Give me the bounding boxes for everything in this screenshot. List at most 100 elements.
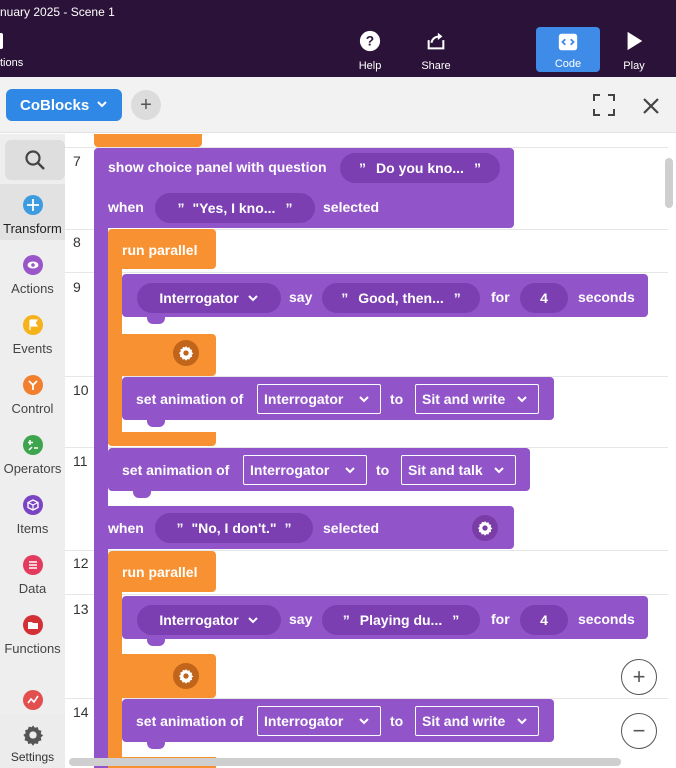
- target-label: Interrogator: [264, 391, 344, 407]
- duration-input[interactable]: 4: [520, 283, 568, 313]
- category-actions[interactable]: Actions: [0, 244, 65, 300]
- category-label: Events: [12, 341, 53, 356]
- options-icon[interactable]: [0, 33, 3, 49]
- line-number: 7: [73, 153, 81, 169]
- when-label: when: [108, 520, 144, 536]
- animation-label: Sit and write: [422, 391, 506, 407]
- animation-target-select[interactable]: Interrogator: [257, 384, 381, 414]
- say-label: say: [289, 289, 313, 305]
- zoom-out-button[interactable]: −: [621, 713, 657, 749]
- branch-icon: [22, 375, 43, 395]
- animation-select[interactable]: Sit and write: [415, 706, 539, 736]
- character-select[interactable]: Interrogator: [137, 605, 281, 635]
- cube-icon: [22, 495, 43, 515]
- question-text: Do you kno...: [376, 160, 464, 176]
- to-label: to: [376, 462, 390, 478]
- code-label: Code: [554, 58, 582, 70]
- line-number: 11: [73, 453, 88, 469]
- run-parallel-gear-row: [108, 654, 216, 698]
- settings-button[interactable]: Settings: [0, 714, 65, 768]
- for-label: for: [491, 289, 510, 305]
- block-notch: [147, 638, 165, 646]
- question-input[interactable]: ” Do you kno...”: [340, 153, 500, 183]
- animation-target-select[interactable]: Interrogator: [257, 706, 381, 736]
- category-operators[interactable]: Operators: [0, 424, 65, 480]
- window-title: nuary 2025 - Scene 1: [0, 5, 115, 19]
- option-no-input[interactable]: ” "No, I don't."”: [155, 513, 313, 543]
- gear-icon[interactable]: [173, 663, 199, 689]
- zoom-in-button[interactable]: +: [621, 659, 657, 695]
- category-more[interactable]: [0, 664, 65, 720]
- chevron-down-icon: [97, 101, 107, 108]
- code-workspace[interactable]: 7 8 9 10 11 12 13 14 show choice panel w…: [65, 134, 676, 768]
- play-button[interactable]: Play: [614, 30, 654, 72]
- character-label: Interrogator: [159, 290, 239, 306]
- operators-icon: [22, 435, 43, 455]
- run-parallel-block-tail[interactable]: [94, 134, 202, 147]
- category-label: Operators: [3, 461, 62, 476]
- block-notch: [133, 490, 151, 498]
- for-label: for: [491, 611, 510, 627]
- close-icon[interactable]: [640, 95, 662, 117]
- options-label[interactable]: tions: [0, 57, 23, 69]
- category-sidebar: Transform Actions Events Control Operato…: [0, 134, 65, 768]
- chevron-down-icon: [359, 718, 369, 725]
- code-button[interactable]: Code: [536, 27, 600, 72]
- character-select[interactable]: Interrogator: [137, 283, 281, 313]
- plus-icon: +: [632, 664, 646, 689]
- category-events[interactable]: Events: [0, 304, 65, 360]
- run-parallel-gear-row: [108, 334, 216, 376]
- gear-icon[interactable]: [173, 340, 199, 366]
- chevron-down-icon: [345, 467, 355, 474]
- run-parallel-foot: [108, 432, 216, 446]
- vertical-scrollbar[interactable]: [665, 158, 673, 208]
- option-yes-text: "Yes, I kno...: [192, 200, 276, 216]
- share-button[interactable]: Share: [416, 30, 456, 72]
- search-button[interactable]: [5, 140, 65, 180]
- animation-target-select[interactable]: Interrogator: [243, 455, 367, 485]
- seconds-label: seconds: [578, 289, 635, 305]
- category-items[interactable]: Items: [0, 484, 65, 540]
- block-notch: [147, 741, 165, 749]
- category-transform[interactable]: Transform: [0, 184, 65, 240]
- search-icon: [25, 150, 45, 170]
- set-animation-label: set animation of: [136, 391, 244, 407]
- chevron-down-icon: [494, 467, 504, 474]
- library-label: CoBlocks: [20, 96, 90, 114]
- category-functions[interactable]: Functions: [0, 604, 65, 660]
- help-icon: ?: [359, 30, 381, 52]
- play-icon: [627, 31, 643, 51]
- animation-label: Sit and talk: [408, 462, 483, 478]
- gear-icon: [22, 725, 43, 746]
- flag-icon: [22, 315, 43, 335]
- category-label: Functions: [4, 641, 61, 656]
- category-control[interactable]: Control: [0, 364, 65, 420]
- fullscreen-icon[interactable]: [592, 93, 616, 117]
- line-number: 12: [73, 555, 89, 571]
- line-separator: [65, 594, 668, 595]
- horizontal-scrollbar[interactable]: [69, 758, 621, 766]
- library-select[interactable]: CoBlocks: [6, 89, 122, 121]
- add-library-button[interactable]: +: [131, 90, 161, 120]
- gear-icon[interactable]: [472, 515, 498, 541]
- chevron-down-icon: [247, 617, 258, 624]
- say-text-input[interactable]: ” Playing du...”: [322, 605, 480, 635]
- category-data[interactable]: Data: [0, 544, 65, 600]
- animation-select[interactable]: Sit and talk: [401, 455, 516, 485]
- help-button[interactable]: ? Help: [350, 30, 390, 72]
- settings-label: Settings: [10, 750, 55, 764]
- animation-label: Sit and write: [422, 713, 506, 729]
- block-notch: [147, 316, 165, 324]
- target-label: Interrogator: [250, 462, 330, 478]
- say-text-input[interactable]: ” Good, then...”: [322, 283, 480, 313]
- chevron-down-icon: [517, 396, 527, 403]
- choice-panel-spine: [94, 224, 108, 768]
- option-yes-input[interactable]: ” "Yes, I kno...”: [155, 193, 315, 223]
- play-label: Play: [623, 60, 645, 72]
- to-label: to: [390, 391, 404, 407]
- duration-input[interactable]: 4: [520, 605, 568, 635]
- animation-select[interactable]: Sit and write: [415, 384, 539, 414]
- say-label: say: [289, 611, 313, 627]
- target-label: Interrogator: [264, 713, 344, 729]
- selected-label: selected: [323, 199, 380, 215]
